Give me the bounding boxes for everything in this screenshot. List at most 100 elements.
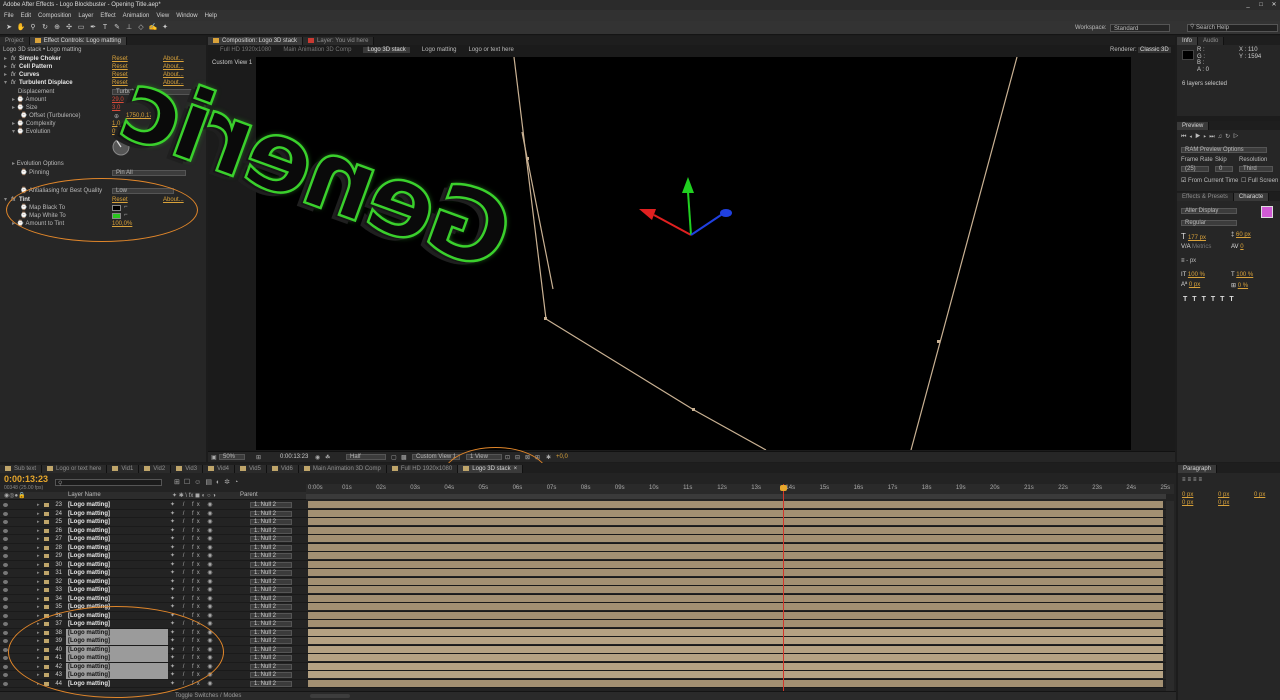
layer-name[interactable]: [Logo matting] (66, 595, 168, 603)
expand-triangle-icon[interactable]: ▸ (37, 578, 40, 586)
reset-link[interactable]: Reset (112, 63, 128, 71)
parent-dropdown[interactable]: 1. Null 2 (250, 502, 292, 508)
menu-effect[interactable]: Effect (100, 13, 115, 19)
breadcrumb-item-active[interactable]: Logo 3D stack (363, 46, 410, 53)
last-frame-icon[interactable]: ⏭ (1209, 134, 1217, 140)
layer-duration-bar[interactable] (308, 679, 1163, 687)
parent-dropdown[interactable]: 1. Null 2 (250, 536, 292, 542)
timeline-scrollbar[interactable] (1166, 501, 1174, 693)
tab-sub-text[interactable]: Sub text (0, 465, 43, 473)
label-color-swatch[interactable] (44, 528, 49, 533)
frame-rate-dropdown[interactable]: (25) (1181, 166, 1209, 172)
layer-name-column-header[interactable]: Layer Name (68, 492, 101, 498)
visibility-eye-icon[interactable] (3, 503, 8, 507)
timeline-current-time[interactable]: 0:00:13:23 (4, 475, 48, 484)
layer-duration-bar[interactable] (308, 509, 1163, 517)
visibility-eye-icon[interactable] (3, 511, 8, 516)
table-row[interactable]: ▸ 27 [Logo matting] ✦ / fx ◉ 1. Null 2 (0, 535, 1174, 544)
parent-dropdown[interactable]: 1. Null 2 (250, 638, 292, 644)
expand-triangle-icon[interactable]: ▸ (37, 561, 40, 569)
table-row[interactable]: ▸ 35 [Logo matting] ✦ / fx ◉ 1. Null 2 (0, 603, 1174, 612)
breadcrumb-item[interactable]: Main Animation 3D Comp (283, 47, 351, 53)
table-row[interactable]: ▸ 34 [Logo matting] ✦ / fx ◉ 1. Null 2 (0, 594, 1174, 603)
graph-editor-icon[interactable]: ◔ (234, 479, 242, 486)
close-tab-icon[interactable]: × (514, 466, 518, 472)
parent-dropdown[interactable]: 1. Null 2 (250, 672, 292, 678)
justify-icon[interactable]: ≡ (1199, 477, 1205, 483)
channel-icon[interactable]: ☘ (325, 454, 330, 461)
parent-dropdown[interactable]: 1. Null 2 (250, 553, 292, 559)
expand-triangle-icon[interactable]: ▾ (4, 196, 7, 204)
font-family-dropdown[interactable]: Aller Display (1181, 208, 1237, 214)
tab-logo-or-text[interactable]: Logo or text here (42, 465, 108, 473)
visibility-eye-icon[interactable] (3, 664, 8, 669)
composition-viewer[interactable]: Generic (108, 48, 1131, 450)
ram-preview-icon[interactable]: ▷ (1233, 134, 1241, 140)
expand-triangle-icon[interactable]: ▸ (37, 535, 40, 543)
size-value[interactable]: 3,0 (112, 104, 120, 112)
menu-layer[interactable]: Layer (78, 13, 93, 19)
tab-logo-3d-stack[interactable]: Logo 3D stack × (458, 465, 524, 473)
type-tool-icon[interactable]: T (100, 23, 110, 33)
baseline-shift-field[interactable]: Aª 0 px (1181, 282, 1200, 288)
menu-file[interactable]: File (4, 13, 14, 19)
parent-dropdown[interactable]: 1. Null 2 (250, 578, 292, 585)
exposure-value[interactable]: +0,0 (556, 453, 568, 461)
skip-dropdown[interactable]: 0 (1215, 166, 1233, 172)
rectangle-tool-icon[interactable]: ▭ (76, 23, 86, 33)
menu-window[interactable]: Window (176, 13, 197, 19)
tab-character[interactable]: Characte (1233, 193, 1270, 201)
layer-duration-bar[interactable] (308, 535, 1163, 542)
layer-name[interactable]: [Logo matting] (66, 527, 168, 535)
tab-vid6[interactable]: Vid6 (266, 465, 299, 473)
label-color-swatch[interactable] (44, 605, 49, 609)
visibility-eye-icon[interactable] (3, 605, 8, 609)
layer-duration-bar[interactable] (308, 501, 1163, 508)
parent-dropdown[interactable]: 1. Null 2 (250, 561, 292, 568)
loop-icon[interactable]: ↻ (1225, 134, 1233, 140)
tab-vid4[interactable]: Vid4 (203, 465, 236, 473)
indent-left-field[interactable]: 0 px (1182, 492, 1193, 498)
visibility-eye-icon[interactable] (3, 596, 8, 601)
layer-duration-bar[interactable] (308, 654, 1163, 661)
tsume-field[interactable]: ⊞ 0 % (1231, 282, 1248, 289)
layer-duration-bar[interactable] (308, 611, 1163, 619)
parent-dropdown[interactable]: 1. Null 2 (250, 544, 292, 551)
audio-icon[interactable]: ♫ (1218, 134, 1226, 140)
layer-switches[interactable]: ✦ / fx ◉ (170, 586, 230, 594)
tab-vid3[interactable]: Vid3 (171, 465, 204, 473)
layer-switches[interactable]: ✦ / fx ◉ (170, 552, 230, 560)
expand-triangle-icon[interactable]: ▸ (37, 569, 40, 577)
parent-dropdown[interactable]: 1. Null 2 (250, 527, 292, 534)
visibility-eye-icon[interactable] (3, 588, 8, 592)
work-area-bar[interactable] (306, 494, 1166, 499)
table-row[interactable]: ▸ 26 [Logo matting] ✦ / fx ◉ 1. Null 2 (0, 526, 1174, 535)
search-help-input[interactable]: Search Help (1187, 24, 1278, 32)
breadcrumb-item[interactable]: Logo or text here (468, 47, 513, 53)
label-color-swatch[interactable] (44, 596, 49, 601)
label-color-swatch[interactable] (44, 579, 49, 584)
layer-duration-bar[interactable] (308, 526, 1163, 534)
label-color-swatch[interactable] (44, 588, 49, 592)
menu-help[interactable]: Help (205, 13, 217, 19)
layer-name[interactable]: [Logo matting] (66, 586, 168, 594)
tab-vid2[interactable]: Vid2 (139, 465, 172, 473)
visibility-eye-icon[interactable] (3, 656, 8, 660)
kerning-field[interactable]: V/A Metrics (1181, 244, 1211, 250)
horizontal-scale-field[interactable]: T 100 % (1231, 272, 1253, 278)
parent-dropdown[interactable]: 1. Null 2 (250, 604, 292, 610)
tab-composition[interactable]: Composition: Logo 3D stack (208, 37, 304, 45)
brush-tool-icon[interactable]: ✎ (112, 23, 122, 33)
small-caps-icon[interactable]: T (1211, 296, 1220, 303)
region-of-interest-icon[interactable]: ▢ (391, 454, 397, 461)
visibility-eye-icon[interactable] (3, 622, 8, 626)
hand-tool-icon[interactable]: ✋ (16, 23, 26, 33)
font-size-field[interactable]: T 177 px (1181, 232, 1206, 241)
subscript-icon[interactable]: T (1229, 296, 1238, 303)
shy-icon[interactable]: ☺ (194, 479, 205, 486)
layer-name[interactable]: [Logo matting] (66, 518, 168, 526)
layer-switches[interactable]: ✦ / fx ◉ (170, 510, 230, 518)
expand-triangle-icon[interactable]: ▸ (37, 527, 40, 535)
tab-info[interactable]: Info (1177, 37, 1199, 45)
visibility-eye-icon[interactable] (3, 528, 8, 533)
